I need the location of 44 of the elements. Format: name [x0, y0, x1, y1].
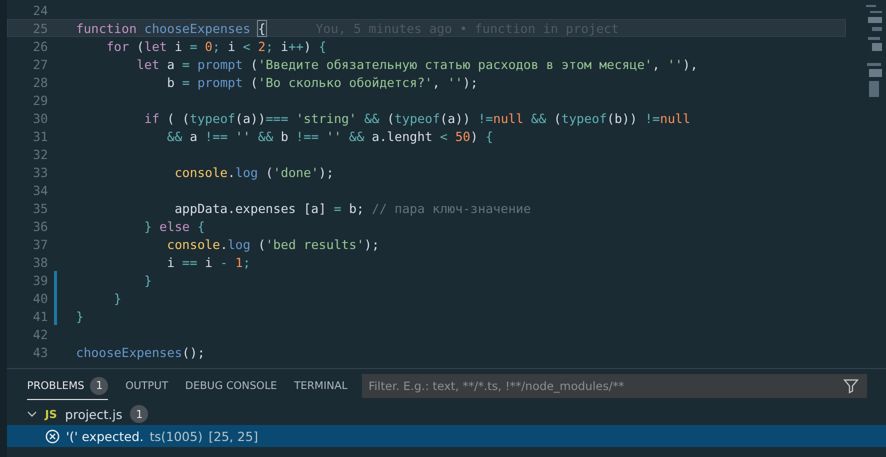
line-number: 26 — [32, 38, 48, 54]
code-line: b = prompt ('Во сколько обойдется?', ''); — [166, 74, 478, 90]
line-number: 27 — [32, 56, 48, 72]
code-line: function chooseExpenses { — [76, 20, 266, 36]
code-line: && a !== '' && b !== '' && a.lenght < 50) { — [166, 128, 494, 144]
code-line: appData.expenses [a] = b; // пара ключ-значение — [174, 200, 531, 216]
line-number: 30 — [32, 110, 48, 126]
line-number: 33 — [32, 164, 48, 180]
line-number: 35 — [32, 200, 48, 216]
code-line: } — [112, 290, 122, 306]
line-number: 41 — [32, 308, 48, 324]
line-number: 40 — [32, 290, 48, 306]
code-line: for (let i = 0; i < 2; i++) { — [105, 38, 326, 54]
code-line: i == i - 1; — [166, 254, 250, 270]
code-line: chooseExpenses(); — [76, 344, 205, 360]
file-tree-item[interactable]: JS project.js 1 — [7, 403, 886, 425]
code-line: } — [76, 308, 84, 324]
error-icon — [45, 428, 60, 444]
panel-tab[interactable]: DEBUG CONSOLE — [185, 372, 278, 400]
line-number: 24 — [32, 2, 48, 18]
panel-tab[interactable]: TERMINAL — [294, 372, 348, 400]
code-line: if ( (typeof(a))=== 'string' && (typeof(a)) !=null && (typeof(b)) !=null — [143, 110, 690, 126]
filter-field[interactable]: Filter. E.g.: text, **/*.ts, !**/node_modules/** — [362, 374, 868, 398]
line-number: 39 — [32, 272, 48, 288]
code-line: let a = prompt ('Введите обязательную статью расходов в этом месяце', ''), — [136, 56, 698, 72]
line-number: 28 — [32, 74, 48, 90]
line-number: 37 — [32, 236, 48, 252]
line-number: 31 — [32, 128, 48, 144]
line-number: 38 — [32, 254, 48, 270]
problem-item[interactable]: '(' expected. ts(1005) [25, 25] — [7, 425, 886, 447]
line-number: 42 — [32, 326, 48, 342]
code-line: console.log ('bed results'); — [166, 236, 380, 252]
line-number: 34 — [32, 182, 48, 198]
line-number: 29 — [32, 92, 48, 108]
panel-tab[interactable]: OUTPUT — [125, 372, 168, 400]
line-number: 43 — [32, 344, 48, 360]
line-number: 25 — [32, 20, 48, 36]
code-line: console.log ('done'); — [174, 164, 334, 180]
line-number: 36 — [32, 218, 48, 234]
line-number: 32 — [32, 146, 48, 162]
filter-icon[interactable] — [843, 378, 860, 394]
panel-tab[interactable]: PROBLEMS 1 — [27, 372, 108, 400]
code-line: } else { — [143, 218, 205, 234]
code-line: } — [143, 272, 152, 288]
